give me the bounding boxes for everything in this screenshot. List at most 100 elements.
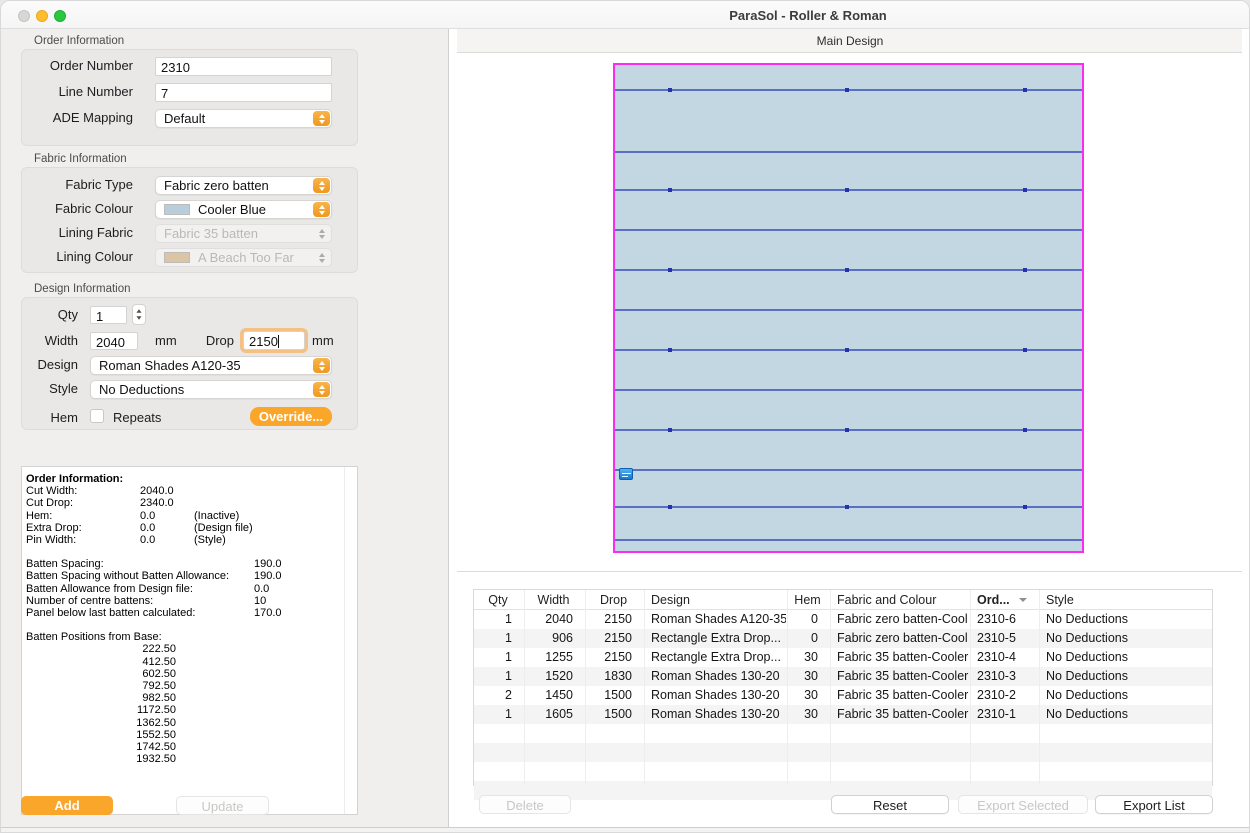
table-cell: 1605	[524, 707, 573, 721]
repeats-label: Repeats	[113, 410, 161, 425]
table-cell: 1500	[585, 688, 632, 702]
qty-stepper[interactable]	[132, 304, 146, 325]
pin-dot	[845, 428, 849, 432]
column-divider	[644, 590, 645, 785]
summary-row: Extra Drop:0.0(Design file)	[26, 522, 357, 534]
batten-line-with-pins	[615, 269, 1082, 271]
batten-position-value: 792.50	[26, 680, 176, 692]
qty-input[interactable]: 1	[90, 306, 127, 324]
table-cell: Rectangle Extra Drop...	[651, 631, 786, 645]
table-cell: Roman Shades 130-20	[651, 669, 786, 683]
maximize-button[interactable]	[54, 10, 66, 22]
pin-dot	[845, 88, 849, 92]
delete-button[interactable]: Delete	[479, 795, 571, 814]
close-button[interactable]	[18, 10, 30, 22]
batten-line	[615, 389, 1082, 391]
reset-button[interactable]: Reset	[831, 795, 949, 814]
summary-row: Hem:0.0(Inactive)	[26, 510, 357, 522]
batten-position-value: 982.50	[26, 692, 176, 704]
summary-row: Cut Width:2040.0	[26, 485, 357, 497]
shade-design-canvas[interactable]	[613, 63, 1084, 553]
table-cell: Fabric 35 batten-Cooler	[837, 707, 969, 721]
lining-colour-swatch	[164, 252, 190, 263]
popup-chevrons-icon	[313, 226, 330, 241]
summary-heading: Order Information:	[26, 473, 357, 485]
lining-colour-select[interactable]: A Beach Too Far	[155, 248, 332, 267]
table-cell: No Deductions	[1046, 707, 1213, 721]
pin-dot	[668, 188, 672, 192]
ade-mapping-select[interactable]: Default	[155, 109, 332, 128]
column-header-design[interactable]: Design	[651, 593, 785, 607]
pin-dot	[1023, 428, 1027, 432]
order-number-input[interactable]: 2310	[155, 57, 332, 76]
app-window: ParaSol - Roller & Roman Order Informati…	[0, 0, 1250, 833]
export-list-button[interactable]: Export List	[1095, 795, 1213, 814]
column-divider	[1039, 590, 1040, 785]
note-icon[interactable]	[619, 468, 633, 480]
summary-row: Batten Spacing:190.0	[26, 558, 357, 570]
column-divider	[970, 590, 971, 785]
sort-descending-icon	[1019, 598, 1027, 602]
order-summary-box: Order Information: Cut Width:2040.0Cut D…	[21, 466, 358, 815]
column-header-ord[interactable]: Ord...	[977, 593, 1020, 607]
table-cell: No Deductions	[1046, 612, 1213, 626]
table-cell: 1500	[585, 707, 632, 721]
lining-fabric-select[interactable]: Fabric 35 batten	[155, 224, 332, 243]
main-design-panel: Main Design QtyWidthDropDesignHemFabric …	[450, 29, 1250, 827]
fabric-type-select[interactable]: Fabric zero batten	[155, 176, 332, 195]
table-cell: 2310-6	[977, 612, 1038, 626]
batten-position-value: 1552.50	[26, 729, 176, 741]
width-input[interactable]: 2040	[90, 332, 138, 350]
table-cell: 2040	[524, 612, 573, 626]
popup-chevrons-icon	[313, 111, 330, 126]
table-cell: 1520	[524, 669, 573, 683]
override-button[interactable]: Override...	[250, 407, 332, 426]
pin-dot	[845, 268, 849, 272]
update-button[interactable]: Update	[176, 796, 269, 815]
table-cell: 2150	[585, 631, 632, 645]
summary-scrollbar[interactable]	[344, 467, 357, 814]
add-button[interactable]: Add	[21, 796, 113, 815]
window-bottom-edge	[1, 827, 1249, 833]
batten-position-value: 1932.50	[26, 753, 176, 765]
table-cell: 0	[787, 631, 818, 645]
table-cell: 2310-5	[977, 631, 1038, 645]
column-header-style[interactable]: Style	[1046, 593, 1212, 607]
design-select[interactable]: Roman Shades A120-35	[90, 356, 332, 375]
table-cell: 1830	[585, 669, 632, 683]
column-divider	[524, 590, 525, 785]
qty-label: Qty	[22, 307, 78, 322]
column-header-drop[interactable]: Drop	[585, 593, 642, 607]
batten-positions-label: Batten Positions from Base:	[26, 631, 357, 643]
column-divider	[830, 590, 831, 785]
column-header-width[interactable]: Width	[524, 593, 583, 607]
batten-line	[615, 229, 1082, 231]
column-header-fabricandcolour[interactable]: Fabric and Colour	[837, 593, 968, 607]
minimize-button[interactable]	[36, 10, 48, 22]
drop-unit: mm	[312, 333, 334, 348]
column-header-hem[interactable]: Hem	[787, 593, 828, 607]
table-cell: 2150	[585, 650, 632, 664]
table-cell: Fabric 35 batten-Cooler	[837, 688, 969, 702]
export-selected-button[interactable]: Export Selected	[958, 795, 1088, 814]
table-cell: Roman Shades A120-35	[651, 612, 786, 626]
table-cell: 0	[787, 612, 818, 626]
repeats-checkbox[interactable]	[90, 409, 104, 423]
style-select[interactable]: No Deductions	[90, 380, 332, 399]
table-cell: Roman Shades 130-20	[651, 688, 786, 702]
line-number-input[interactable]: 7	[155, 83, 332, 102]
design-information-group: Qty 1 Width 2040 mm Drop 2150 mm Design …	[21, 297, 358, 430]
drop-input[interactable]: 2150	[243, 331, 305, 350]
batten-position-value: 1742.50	[26, 741, 176, 753]
text-cursor	[278, 335, 279, 348]
table-cell: 1	[474, 707, 512, 721]
fabric-colour-select[interactable]: Cooler Blue	[155, 200, 332, 219]
column-header-qty[interactable]: Qty	[474, 593, 522, 607]
table-cell: 30	[787, 650, 818, 664]
pin-dot	[1023, 88, 1027, 92]
batten-position-value: 602.50	[26, 668, 176, 680]
summary-row: Number of centre battens:10	[26, 595, 357, 607]
column-divider	[787, 590, 788, 785]
pin-dot	[845, 348, 849, 352]
table-cell: Fabric 35 batten-Cooler	[837, 669, 969, 683]
